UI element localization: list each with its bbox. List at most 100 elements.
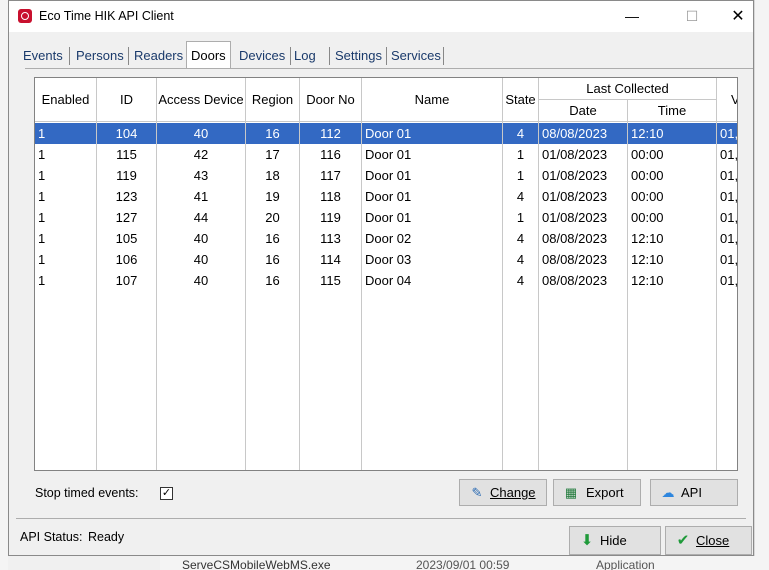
cell-access-device: 41: [157, 186, 246, 207]
stop-timed-events-label: Stop timed events:: [35, 486, 139, 500]
arrow-down-icon: ⬇: [580, 532, 594, 549]
panel-bottom-border: [16, 518, 746, 519]
cell-extra: 01,: [717, 270, 737, 291]
cloud-download-icon: ☁: [661, 485, 675, 500]
cell-date: 01/08/2023: [539, 207, 628, 228]
cell-id: 105: [97, 228, 157, 249]
column-header-name[interactable]: Name: [362, 78, 503, 122]
column-header-extra[interactable]: V: [717, 78, 737, 122]
api-button[interactable]: ☁ API: [650, 479, 738, 506]
cell-door-no: 112: [300, 123, 362, 144]
pencil-icon: ✎: [471, 485, 483, 500]
maximize-button[interactable]: ☐: [669, 1, 715, 32]
cell-name: Door 01: [362, 186, 503, 207]
column-header-access-device[interactable]: Access Device: [157, 78, 246, 122]
cell-extra: 01,: [717, 186, 737, 207]
column-header-region[interactable]: Region: [246, 78, 300, 122]
column-header-enabled[interactable]: Enabled: [35, 78, 97, 122]
close-button[interactable]: ✔ Close: [665, 526, 752, 555]
cell-extra: 01,: [717, 165, 737, 186]
cell-state: 4: [503, 123, 539, 144]
column-header-state[interactable]: State: [503, 78, 539, 122]
column-header-time[interactable]: Time: [628, 100, 717, 122]
cell-access-device: 40: [157, 270, 246, 291]
cell-enabled: 1: [35, 249, 97, 270]
cell-region: 16: [246, 270, 300, 291]
tab-settings[interactable]: Settings: [331, 44, 386, 67]
background-left: [0, 0, 8, 570]
cell-region: 19: [246, 186, 300, 207]
doors-table[interactable]: Enabled ID Access Device Region Door No …: [34, 77, 738, 471]
table-row[interactable]: 1 105 40 16 113 Door 02 4 08/08/2023 12:10 01,: [35, 228, 737, 249]
cell-id: 107: [97, 270, 157, 291]
close-button-label: Close: [696, 533, 730, 548]
column-divider: [156, 122, 157, 470]
tab-log[interactable]: Log: [290, 44, 320, 67]
cell-id: 119: [97, 165, 157, 186]
tab-separator: [69, 47, 70, 65]
cell-date: 01/08/2023: [539, 186, 628, 207]
table-row[interactable]: 1 115 42 17 116 Door 01 1 01/08/2023 00:00 01,: [35, 144, 737, 165]
window-title: Eco Time HIK API Client: [39, 9, 174, 23]
column-divider: [627, 122, 628, 470]
table-row[interactable]: 1 119 43 18 117 Door 01 1 01/08/2023 00:00 01,: [35, 165, 737, 186]
cell-time: 12:10: [628, 123, 717, 144]
cell-state: 4: [503, 228, 539, 249]
cell-time: 00:00: [628, 207, 717, 228]
column-divider: [299, 122, 300, 470]
api-status-label: API Status:: [20, 530, 83, 544]
cell-enabled: 1: [35, 165, 97, 186]
change-button[interactable]: ✎ Change: [459, 479, 547, 506]
cell-access-device: 40: [157, 249, 246, 270]
cell-name: Door 04: [362, 270, 503, 291]
cell-region: 16: [246, 228, 300, 249]
tab-events[interactable]: Events: [19, 44, 67, 67]
tab-doors[interactable]: Doors: [186, 41, 231, 69]
cell-door-no: 114: [300, 249, 362, 270]
tab-readers[interactable]: Readers: [130, 44, 187, 67]
tab-persons[interactable]: Persons: [72, 44, 128, 67]
export-button[interactable]: ▦ Export: [553, 479, 641, 506]
cell-state: 1: [503, 165, 539, 186]
column-header-door-no[interactable]: Door No: [300, 78, 362, 122]
spreadsheet-icon: ▦: [564, 485, 578, 500]
cell-id: 115: [97, 144, 157, 165]
cell-state: 4: [503, 270, 539, 291]
table-row[interactable]: 1 104 40 16 112 Door 01 4 08/08/2023 12:10 01,: [35, 123, 737, 144]
cell-date: 08/08/2023: [539, 228, 628, 249]
column-divider: [96, 122, 97, 470]
cell-state: 1: [503, 207, 539, 228]
cell-extra: 01,: [717, 249, 737, 270]
tab-devices[interactable]: Devices: [235, 44, 289, 67]
close-window-button[interactable]: ✕: [715, 1, 761, 32]
table-row[interactable]: 1 123 41 19 118 Door 01 4 01/08/2023 00:00 01,: [35, 186, 737, 207]
hide-button[interactable]: ⬇ Hide: [569, 526, 661, 555]
stop-timed-events-checkbox[interactable]: ✓: [160, 487, 173, 500]
cell-region: 16: [246, 123, 300, 144]
table-row[interactable]: 1 127 44 20 119 Door 01 1 01/08/2023 00:00 01,: [35, 207, 737, 228]
cell-id: 104: [97, 123, 157, 144]
cell-time: 12:10: [628, 270, 717, 291]
column-divider: [716, 122, 717, 470]
cell-access-device: 40: [157, 228, 246, 249]
cell-access-device: 44: [157, 207, 246, 228]
cell-name: Door 01: [362, 165, 503, 186]
minimize-button[interactable]: —: [609, 1, 655, 32]
cell-date: 08/08/2023: [539, 249, 628, 270]
tab-services[interactable]: Services: [387, 44, 445, 67]
cell-access-device: 43: [157, 165, 246, 186]
column-header-id[interactable]: ID: [97, 78, 157, 122]
cell-enabled: 1: [35, 207, 97, 228]
cell-time: 12:10: [628, 249, 717, 270]
cell-date: 01/08/2023: [539, 144, 628, 165]
tab-separator: [329, 47, 330, 65]
cell-state: 4: [503, 249, 539, 270]
cell-id: 127: [97, 207, 157, 228]
column-header-date[interactable]: Date: [539, 100, 628, 122]
cell-enabled: 1: [35, 270, 97, 291]
table-row[interactable]: 1 107 40 16 115 Door 04 4 08/08/2023 12:10 01,: [35, 270, 737, 291]
table-row[interactable]: 1 106 40 16 114 Door 03 4 08/08/2023 12:10 01,: [35, 249, 737, 270]
cell-access-device: 40: [157, 123, 246, 144]
background-right: [754, 0, 769, 570]
tab-separator: [128, 47, 129, 65]
